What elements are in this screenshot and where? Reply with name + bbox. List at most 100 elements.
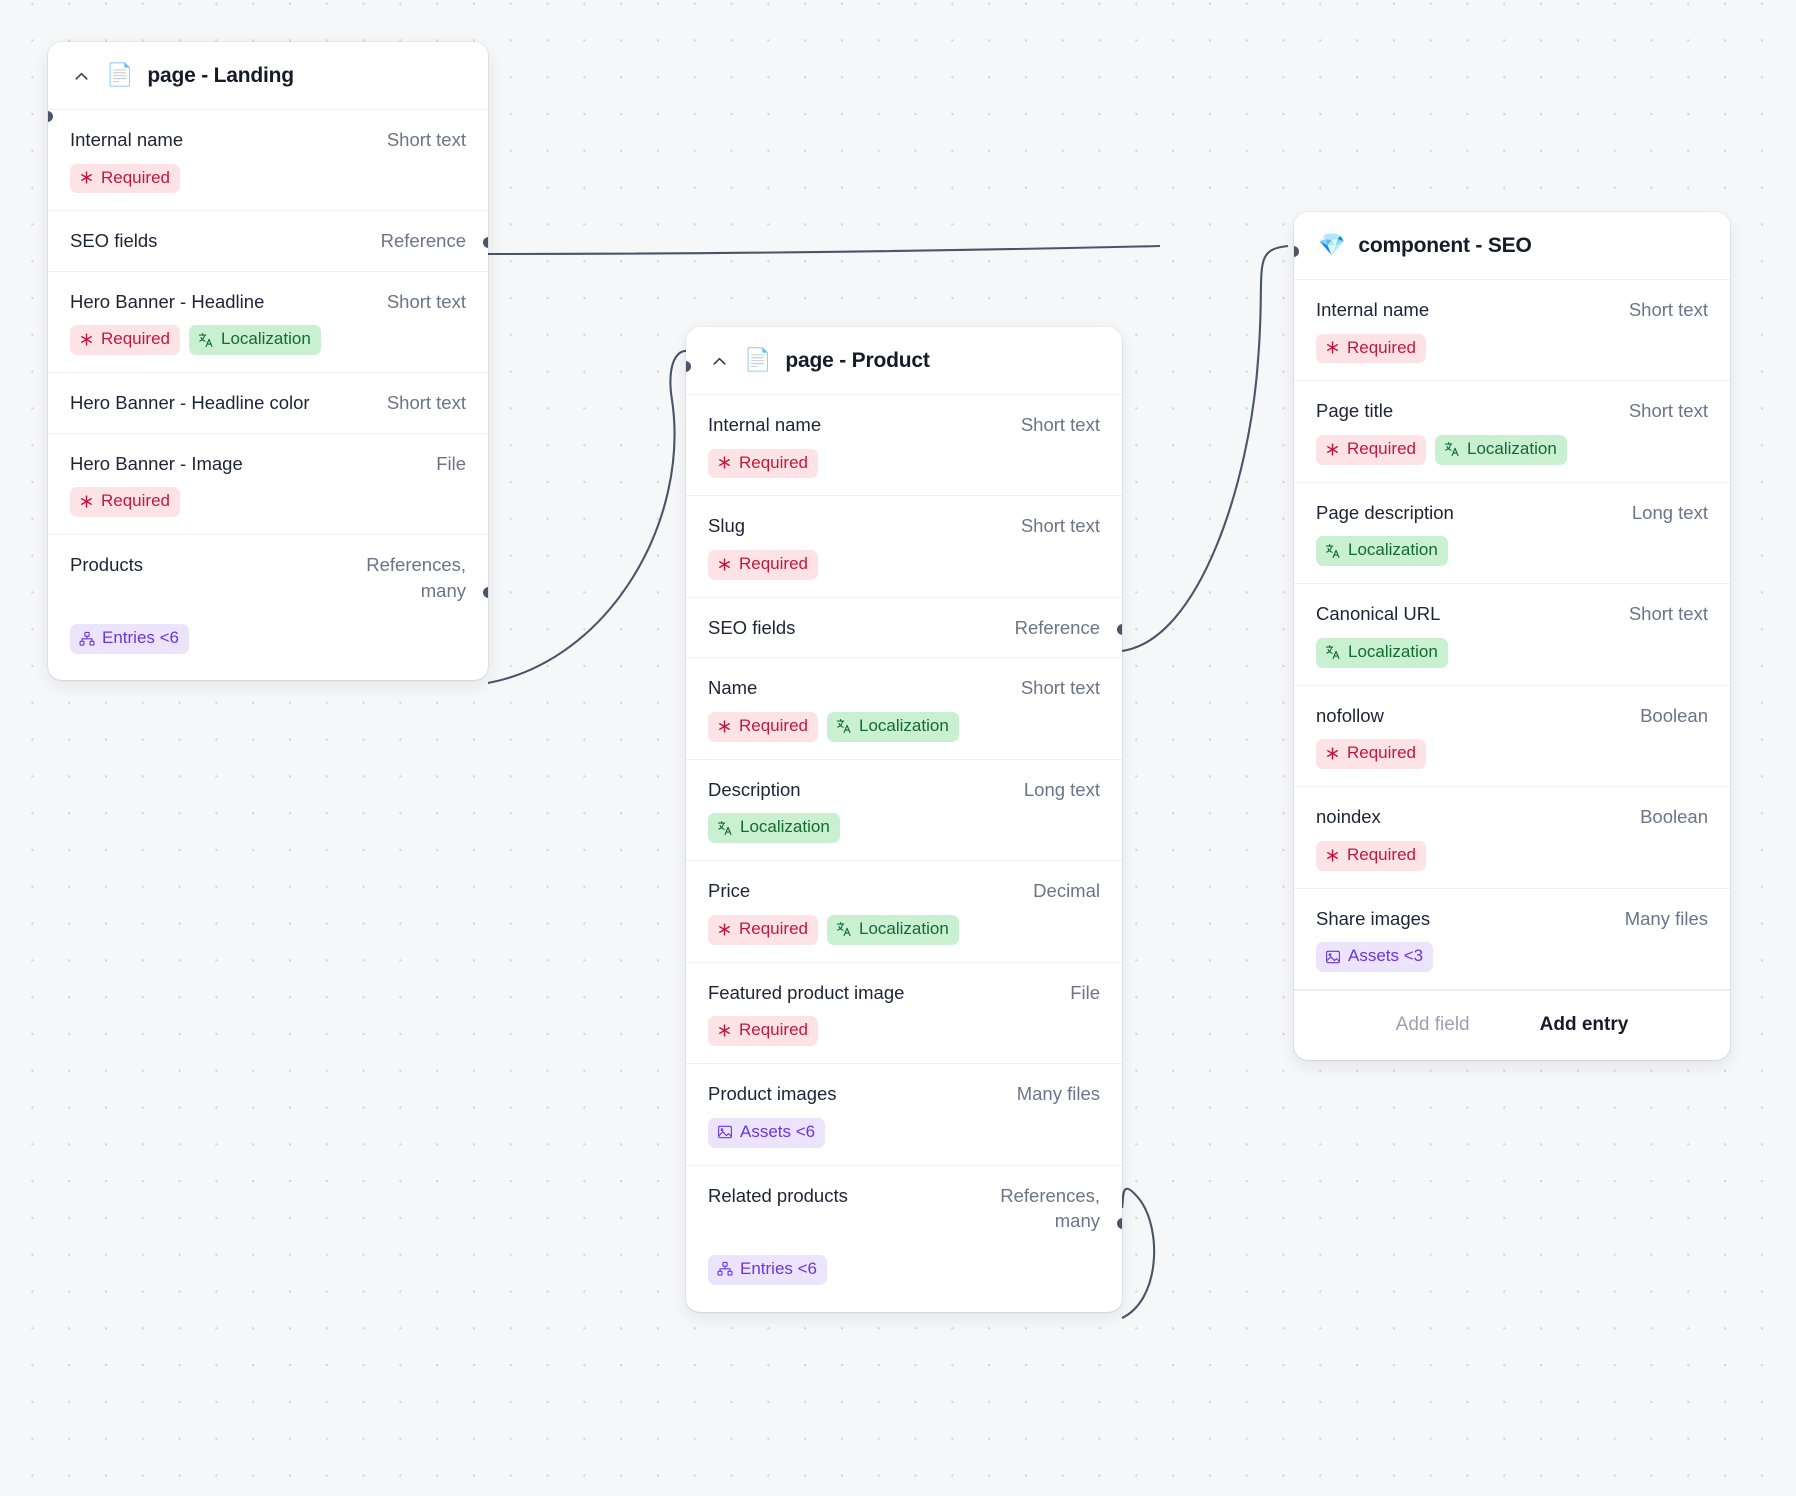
badge-localization: Localization [827, 914, 959, 945]
field-name: Page description [1316, 501, 1454, 523]
badge-row: Required Localization [70, 325, 466, 356]
badge-row: Required [1316, 739, 1708, 770]
port-right-related-products[interactable] [1117, 1217, 1122, 1229]
badge-row: Required [70, 487, 466, 518]
chevron-up-icon[interactable] [708, 350, 730, 372]
port-right-seo-fields[interactable] [483, 237, 488, 249]
badge-localization: Localization [1316, 536, 1448, 567]
field-name: Page title [1316, 400, 1394, 422]
field-name: Description [708, 778, 801, 800]
field-name: Hero Banner - Headline [70, 290, 265, 312]
add-entry-button[interactable]: Add entry [1540, 1014, 1629, 1036]
asterisk-icon [1327, 443, 1338, 456]
field-row[interactable]: Price Decimal Required Localization [686, 861, 1122, 963]
badge-label: Entries <6 [740, 1258, 818, 1278]
badge-required: Required [70, 163, 180, 194]
field-row[interactable]: Name Short text Required Localization [686, 658, 1122, 760]
asterisk-icon [81, 333, 92, 347]
field-type: References, many [366, 554, 466, 601]
image-icon [1326, 950, 1340, 963]
edge-landing-seo [487, 244, 1161, 256]
port-right-products[interactable] [483, 587, 488, 599]
badge-label: Required [101, 491, 170, 511]
badge-label: Localization [859, 715, 949, 735]
field-row[interactable]: Page description Long text Localization [1294, 483, 1730, 585]
node-card-component-seo[interactable]: 💎 component - SEO Internal name Short te… [1294, 212, 1730, 1061]
asterisk-icon [719, 456, 730, 470]
field-row[interactable]: Hero Banner - Headline Short text Requir… [48, 272, 488, 374]
chevron-up-icon[interactable] [70, 65, 92, 87]
field-name: Product images [708, 1083, 837, 1105]
card-title: component - SEO [1358, 234, 1532, 257]
field-type: Short text [1020, 515, 1100, 537]
edge-landing-products [487, 350, 701, 685]
translate-icon [1444, 442, 1459, 457]
card-header-component-seo[interactable]: 💎 component - SEO [1294, 212, 1730, 280]
field-row[interactable]: Canonical URL Short text Localization [1294, 584, 1730, 686]
badge-label: Required [101, 329, 170, 349]
entries-icon [717, 1262, 733, 1276]
node-card-page-landing[interactable]: 📄 page - Landing Internal name Short tex… [48, 42, 488, 681]
badge-label: Localization [1348, 641, 1438, 661]
page-document-emoji: 📄 [744, 348, 772, 373]
badge-label: Localization [1467, 438, 1557, 458]
translate-icon [1325, 543, 1340, 558]
field-name: Name [708, 677, 758, 699]
translate-icon [717, 820, 732, 835]
badge-required: Required [1316, 434, 1426, 465]
node-card-page-product[interactable]: 📄 page - Product Internal name Short tex… [686, 327, 1122, 1312]
field-row[interactable]: Hero Banner - Image File Required [48, 434, 488, 536]
port-right-seo-fields[interactable] [1117, 623, 1122, 635]
field-row[interactable]: SEO fields Reference [686, 598, 1122, 659]
card-header-page-landing[interactable]: 📄 page - Landing [48, 42, 488, 110]
field-row[interactable]: noindex Boolean Required [1294, 787, 1730, 889]
badge-required: Required [1316, 333, 1426, 364]
field-row[interactable]: Slug Short text Required [686, 496, 1122, 598]
badge-row: Required [708, 1016, 1100, 1047]
badge-entries: Entries <6 [708, 1254, 828, 1285]
field-row[interactable]: SEO fields Reference [48, 211, 488, 272]
badge-localization: Localization [1316, 637, 1448, 668]
entries-icon [79, 631, 95, 646]
field-row[interactable]: Related products References, many Entrie… [686, 1166, 1122, 1312]
field-row[interactable]: Share images Many files Assets <3 [1294, 889, 1730, 991]
field-type: Decimal [1033, 880, 1100, 902]
field-row[interactable]: Internal name Short text Required [1294, 280, 1730, 382]
field-name: Hero Banner - Image [70, 452, 243, 474]
asterisk-icon [719, 1024, 730, 1037]
card-header-page-product[interactable]: 📄 page - Product [686, 327, 1122, 395]
badge-row: Required [1316, 333, 1708, 364]
field-row[interactable]: nofollow Boolean Required [1294, 686, 1730, 788]
field-name: Canonical URL [1316, 603, 1441, 625]
asterisk-icon [81, 495, 92, 509]
field-type: Boolean [1640, 806, 1708, 828]
field-name: Featured product image [708, 981, 905, 1003]
asterisk-icon [81, 171, 92, 185]
translate-icon [198, 332, 213, 347]
field-row[interactable]: Product images Many files Assets <6 [686, 1064, 1122, 1166]
badge-row: Required Localization [1316, 434, 1708, 465]
field-row[interactable]: Description Long text Localization [686, 760, 1122, 862]
field-type: References, many [1000, 1184, 1100, 1232]
badge-localization: Localization [1435, 434, 1567, 465]
field-row[interactable]: Internal name Short text Required [686, 395, 1122, 497]
field-type: Short text [1020, 677, 1100, 699]
field-name: Products [70, 554, 144, 576]
badge-label: Required [1347, 438, 1416, 458]
card-title: page - Landing [147, 64, 294, 87]
card-title: page - Product [785, 349, 930, 372]
badge-label: Required [739, 715, 808, 735]
field-row[interactable]: Featured product image File Required [686, 963, 1122, 1065]
badge-assets: Assets <3 [1316, 942, 1434, 973]
badge-row: Entries <6 [708, 1254, 1100, 1285]
add-field-button[interactable]: Add field [1396, 1014, 1470, 1036]
field-type: Reference [380, 230, 466, 252]
badge-required: Required [70, 487, 180, 518]
field-row[interactable]: Hero Banner - Headline color Short text [48, 373, 488, 434]
badge-required: Required [708, 711, 818, 742]
badge-row: Assets <6 [708, 1117, 1100, 1148]
field-row[interactable]: Internal name Short text Required [48, 110, 488, 212]
field-row[interactable]: Products References, many Entries <6 [48, 535, 488, 680]
badge-label: Assets <6 [740, 1121, 816, 1141]
field-row[interactable]: Page title Short text Required Localizat… [1294, 381, 1730, 483]
